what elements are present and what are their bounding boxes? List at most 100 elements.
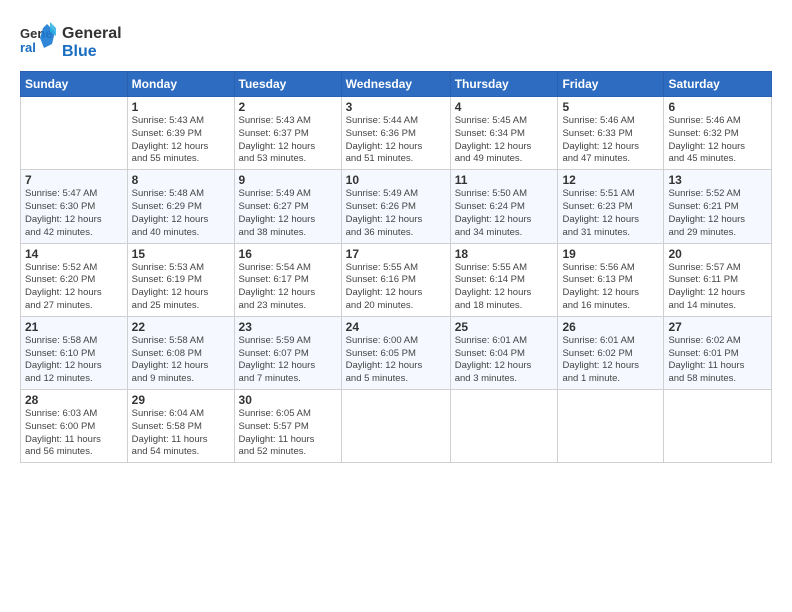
day-number: 27: [668, 320, 767, 334]
week-row-3: 14Sunrise: 5:52 AM Sunset: 6:20 PM Dayli…: [21, 243, 772, 316]
calendar-cell: 25Sunrise: 6:01 AM Sunset: 6:04 PM Dayli…: [450, 316, 558, 389]
weekday-header-sunday: Sunday: [21, 72, 128, 97]
week-row-4: 21Sunrise: 5:58 AM Sunset: 6:10 PM Dayli…: [21, 316, 772, 389]
day-info: Sunrise: 6:05 AM Sunset: 5:57 PM Dayligh…: [239, 408, 337, 459]
day-number: 23: [239, 320, 337, 334]
calendar-cell: 29Sunrise: 6:04 AM Sunset: 5:58 PM Dayli…: [127, 390, 234, 463]
calendar-cell: 23Sunrise: 5:59 AM Sunset: 6:07 PM Dayli…: [234, 316, 341, 389]
calendar-cell: 8Sunrise: 5:48 AM Sunset: 6:29 PM Daylig…: [127, 170, 234, 243]
calendar-table: SundayMondayTuesdayWednesdayThursdayFrid…: [20, 71, 772, 463]
day-info: Sunrise: 5:49 AM Sunset: 6:27 PM Dayligh…: [239, 188, 337, 239]
day-info: Sunrise: 5:52 AM Sunset: 6:20 PM Dayligh…: [25, 262, 123, 313]
logo: Gene ral General Blue: [20, 22, 122, 63]
calendar-cell: 13Sunrise: 5:52 AM Sunset: 6:21 PM Dayli…: [664, 170, 772, 243]
day-info: Sunrise: 5:46 AM Sunset: 6:32 PM Dayligh…: [668, 115, 767, 166]
calendar-cell: 7Sunrise: 5:47 AM Sunset: 6:30 PM Daylig…: [21, 170, 128, 243]
day-number: 20: [668, 247, 767, 261]
day-number: 26: [562, 320, 659, 334]
day-number: 15: [132, 247, 230, 261]
calendar-cell: 12Sunrise: 5:51 AM Sunset: 6:23 PM Dayli…: [558, 170, 664, 243]
calendar-cell: 26Sunrise: 6:01 AM Sunset: 6:02 PM Dayli…: [558, 316, 664, 389]
day-info: Sunrise: 5:51 AM Sunset: 6:23 PM Dayligh…: [562, 188, 659, 239]
day-number: 8: [132, 173, 230, 187]
day-info: Sunrise: 6:03 AM Sunset: 6:00 PM Dayligh…: [25, 408, 123, 459]
calendar-cell: 17Sunrise: 5:55 AM Sunset: 6:16 PM Dayli…: [341, 243, 450, 316]
calendar-cell: 27Sunrise: 6:02 AM Sunset: 6:01 PM Dayli…: [664, 316, 772, 389]
day-info: Sunrise: 5:47 AM Sunset: 6:30 PM Dayligh…: [25, 188, 123, 239]
week-row-5: 28Sunrise: 6:03 AM Sunset: 6:00 PM Dayli…: [21, 390, 772, 463]
logo-svg: Gene ral: [20, 22, 56, 58]
logo-general: General: [62, 25, 122, 43]
day-number: 6: [668, 100, 767, 114]
day-info: Sunrise: 6:01 AM Sunset: 6:02 PM Dayligh…: [562, 335, 659, 386]
day-info: Sunrise: 5:46 AM Sunset: 6:33 PM Dayligh…: [562, 115, 659, 166]
day-info: Sunrise: 6:01 AM Sunset: 6:04 PM Dayligh…: [455, 335, 554, 386]
day-number: 11: [455, 173, 554, 187]
day-info: Sunrise: 5:52 AM Sunset: 6:21 PM Dayligh…: [668, 188, 767, 239]
calendar-cell: 9Sunrise: 5:49 AM Sunset: 6:27 PM Daylig…: [234, 170, 341, 243]
calendar-cell: 6Sunrise: 5:46 AM Sunset: 6:32 PM Daylig…: [664, 97, 772, 170]
day-number: 12: [562, 173, 659, 187]
day-number: 25: [455, 320, 554, 334]
header: Gene ral General Blue: [20, 18, 772, 63]
day-info: Sunrise: 5:55 AM Sunset: 6:16 PM Dayligh…: [346, 262, 446, 313]
weekday-header-friday: Friday: [558, 72, 664, 97]
weekday-header-monday: Monday: [127, 72, 234, 97]
day-info: Sunrise: 5:59 AM Sunset: 6:07 PM Dayligh…: [239, 335, 337, 386]
day-number: 2: [239, 100, 337, 114]
day-info: Sunrise: 5:49 AM Sunset: 6:26 PM Dayligh…: [346, 188, 446, 239]
calendar-cell: 19Sunrise: 5:56 AM Sunset: 6:13 PM Dayli…: [558, 243, 664, 316]
day-info: Sunrise: 5:58 AM Sunset: 6:10 PM Dayligh…: [25, 335, 123, 386]
calendar-cell: 24Sunrise: 6:00 AM Sunset: 6:05 PM Dayli…: [341, 316, 450, 389]
weekday-header-wednesday: Wednesday: [341, 72, 450, 97]
calendar-cell: [664, 390, 772, 463]
day-number: 21: [25, 320, 123, 334]
day-number: 16: [239, 247, 337, 261]
calendar-cell: [558, 390, 664, 463]
calendar-cell: 5Sunrise: 5:46 AM Sunset: 6:33 PM Daylig…: [558, 97, 664, 170]
day-number: 4: [455, 100, 554, 114]
day-number: 10: [346, 173, 446, 187]
calendar-cell: 14Sunrise: 5:52 AM Sunset: 6:20 PM Dayli…: [21, 243, 128, 316]
day-number: 1: [132, 100, 230, 114]
logo-blue: Blue: [62, 43, 122, 61]
day-info: Sunrise: 5:45 AM Sunset: 6:34 PM Dayligh…: [455, 115, 554, 166]
svg-text:ral: ral: [20, 40, 36, 55]
day-number: 13: [668, 173, 767, 187]
day-number: 18: [455, 247, 554, 261]
day-number: 3: [346, 100, 446, 114]
week-row-2: 7Sunrise: 5:47 AM Sunset: 6:30 PM Daylig…: [21, 170, 772, 243]
calendar-cell: 1Sunrise: 5:43 AM Sunset: 6:39 PM Daylig…: [127, 97, 234, 170]
calendar-cell: 3Sunrise: 5:44 AM Sunset: 6:36 PM Daylig…: [341, 97, 450, 170]
day-info: Sunrise: 6:02 AM Sunset: 6:01 PM Dayligh…: [668, 335, 767, 386]
calendar-cell: [21, 97, 128, 170]
calendar-cell: 30Sunrise: 6:05 AM Sunset: 5:57 PM Dayli…: [234, 390, 341, 463]
day-number: 24: [346, 320, 446, 334]
calendar-cell: 15Sunrise: 5:53 AM Sunset: 6:19 PM Dayli…: [127, 243, 234, 316]
calendar-cell: 28Sunrise: 6:03 AM Sunset: 6:00 PM Dayli…: [21, 390, 128, 463]
calendar-cell: [341, 390, 450, 463]
calendar-cell: [450, 390, 558, 463]
day-info: Sunrise: 5:50 AM Sunset: 6:24 PM Dayligh…: [455, 188, 554, 239]
calendar-cell: 4Sunrise: 5:45 AM Sunset: 6:34 PM Daylig…: [450, 97, 558, 170]
day-number: 29: [132, 393, 230, 407]
calendar-cell: 22Sunrise: 5:58 AM Sunset: 6:08 PM Dayli…: [127, 316, 234, 389]
day-number: 19: [562, 247, 659, 261]
day-number: 28: [25, 393, 123, 407]
day-info: Sunrise: 5:55 AM Sunset: 6:14 PM Dayligh…: [455, 262, 554, 313]
calendar-cell: 2Sunrise: 5:43 AM Sunset: 6:37 PM Daylig…: [234, 97, 341, 170]
calendar-cell: 10Sunrise: 5:49 AM Sunset: 6:26 PM Dayli…: [341, 170, 450, 243]
day-info: Sunrise: 5:43 AM Sunset: 6:37 PM Dayligh…: [239, 115, 337, 166]
day-info: Sunrise: 5:54 AM Sunset: 6:17 PM Dayligh…: [239, 262, 337, 313]
weekday-header-tuesday: Tuesday: [234, 72, 341, 97]
day-number: 9: [239, 173, 337, 187]
day-number: 22: [132, 320, 230, 334]
day-info: Sunrise: 5:57 AM Sunset: 6:11 PM Dayligh…: [668, 262, 767, 313]
day-number: 14: [25, 247, 123, 261]
day-info: Sunrise: 5:43 AM Sunset: 6:39 PM Dayligh…: [132, 115, 230, 166]
calendar-cell: 18Sunrise: 5:55 AM Sunset: 6:14 PM Dayli…: [450, 243, 558, 316]
day-info: Sunrise: 6:04 AM Sunset: 5:58 PM Dayligh…: [132, 408, 230, 459]
day-number: 17: [346, 247, 446, 261]
calendar-cell: 21Sunrise: 5:58 AM Sunset: 6:10 PM Dayli…: [21, 316, 128, 389]
day-info: Sunrise: 5:53 AM Sunset: 6:19 PM Dayligh…: [132, 262, 230, 313]
